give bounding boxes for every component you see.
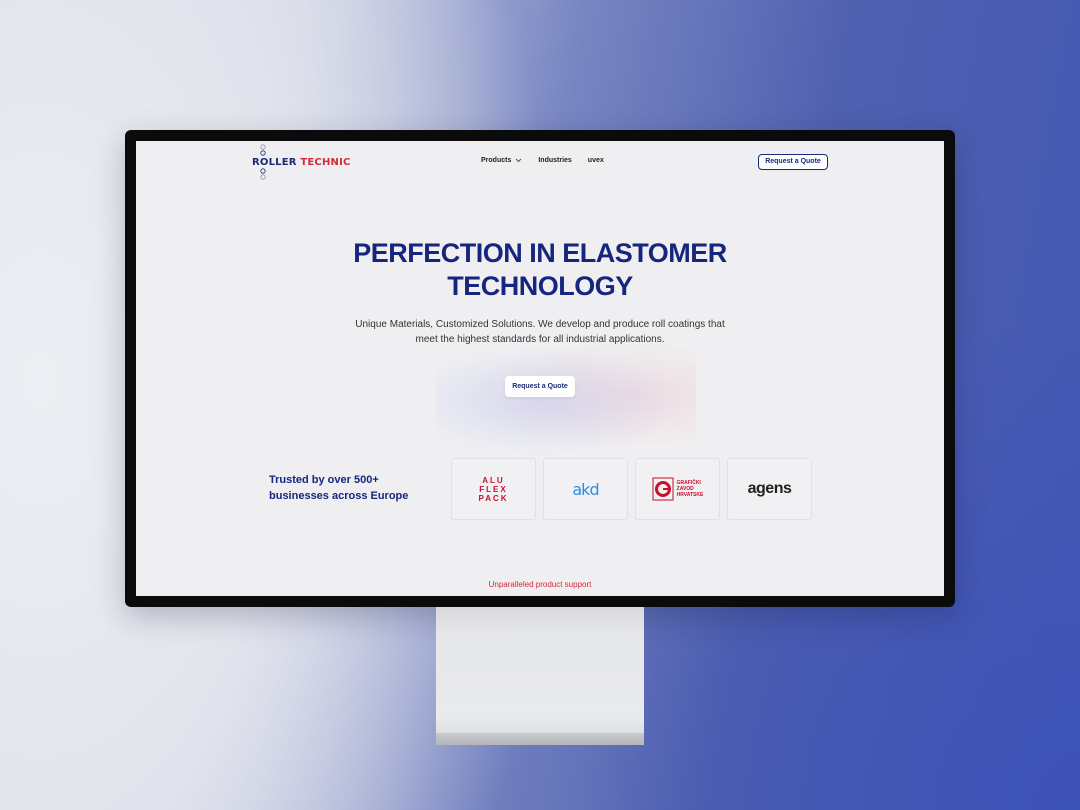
brand-name-part2: TECHNIC: [300, 157, 351, 168]
nav-item-industries[interactable]: Industries: [538, 157, 571, 164]
ako-logo: akd: [572, 479, 599, 499]
chevron-down-icon: [516, 158, 522, 163]
client-logo-gzh: GRAFIČKI ZAVOD HRVATSKE: [635, 458, 720, 520]
nav-item-products[interactable]: Products: [481, 157, 522, 164]
agens-logo: agens: [747, 480, 792, 497]
nav-item-label: uvex: [587, 157, 604, 164]
hero-background-glow: [436, 341, 696, 461]
hero-subtitle: Unique Materials, Customized Solutions. …: [340, 317, 740, 347]
gzh-emblem-icon: [652, 477, 674, 501]
monitor-stand: [436, 607, 644, 745]
client-logo-alu-flex-pack: ALU FLEX PACK: [451, 458, 536, 520]
brand-logo[interactable]: ROLLER TECHNIC: [252, 144, 352, 184]
hero-request-quote-button[interactable]: Request a Quote: [505, 376, 575, 397]
hero-subtitle-line2: meet the highest standards for all indus…: [415, 334, 665, 345]
hero-subtitle-line1: Unique Materials, Customized Solutions. …: [355, 319, 725, 330]
brand-name-part1: ROLLER: [252, 157, 297, 168]
nav-item-uvex[interactable]: uvex: [588, 157, 604, 164]
header-request-quote-button[interactable]: Request a Quote: [758, 154, 828, 170]
monitor-frame: ROLLER TECHNIC Products Industries uvex …: [125, 130, 955, 607]
client-logo-agens: agens: [727, 458, 812, 520]
main-nav: Products Industries uvex: [481, 157, 604, 164]
section-eyebrow: Unparalleled product support: [488, 580, 592, 589]
gzh-logo: GRAFIČKI ZAVOD HRVATSKE: [652, 477, 704, 501]
logo-text-line: FLEX: [479, 484, 508, 494]
client-logo-ako: akd: [543, 458, 628, 520]
monitor-stand-base: [436, 733, 644, 745]
gzh-wordmark: GRAFIČKI ZAVOD HRVATSKE: [677, 480, 704, 498]
logo-text-line: ALU: [482, 475, 505, 485]
nav-item-label: Products: [481, 157, 512, 164]
hero-title-line2: TECHNOLOGY: [447, 271, 633, 301]
hero-title: PERFECTION IN ELASTOMER TECHNOLOGY: [136, 237, 944, 303]
alu-flex-pack-logo: ALU FLEX PACK: [478, 476, 508, 503]
logo-text-line: PACK: [478, 493, 509, 503]
hero-title-line1: PERFECTION IN ELASTOMER: [353, 238, 727, 268]
trusted-by-heading: Trusted by over 500+ businesses across E…: [269, 472, 439, 504]
nav-item-label: Industries: [538, 157, 572, 164]
logo-text-line: HRVATSKE: [676, 492, 704, 498]
trusted-line1: Trusted by over 500+: [269, 474, 379, 486]
brand-wordmark: ROLLER TECHNIC: [252, 157, 351, 168]
browser-viewport: ROLLER TECHNIC Products Industries uvex …: [136, 141, 944, 596]
trusted-line2: businesses across Europe: [269, 490, 409, 502]
